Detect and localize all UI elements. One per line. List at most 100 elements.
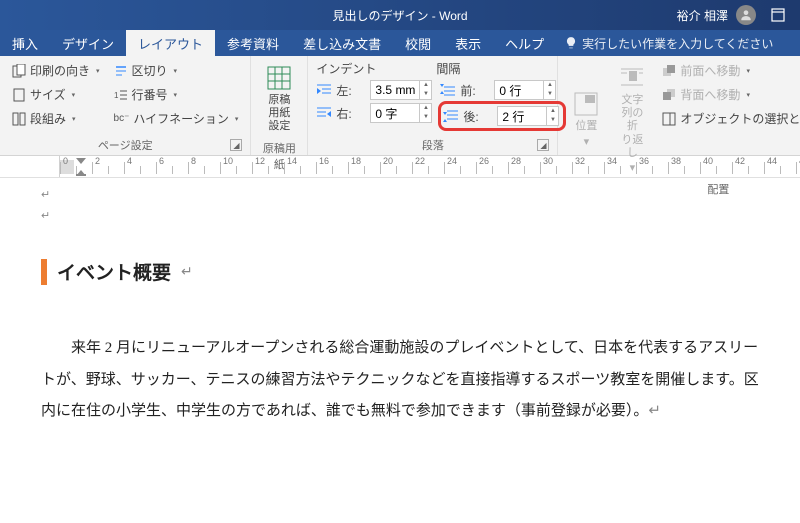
- paragraph-group-label: 段落: [422, 140, 444, 152]
- spacing-before-label: 前:: [460, 82, 490, 99]
- down-arrow-icon[interactable]: ▼: [420, 90, 431, 99]
- spacing-before-input[interactable]: [495, 81, 543, 99]
- spacing-after-highlight: 後: ▲▼: [438, 101, 566, 131]
- down-arrow-icon[interactable]: ▼: [547, 116, 558, 125]
- up-arrow-icon[interactable]: ▲: [544, 81, 555, 90]
- selection-pane-label: オブジェクトの選択と表示: [680, 110, 800, 127]
- position-label: 位置: [575, 120, 597, 133]
- horizontal-ruler[interactable]: 0246810121416182022242628303234363840424…: [60, 156, 800, 177]
- up-arrow-icon[interactable]: ▲: [420, 81, 431, 90]
- send-backward-label: 背面へ移動: [680, 86, 740, 103]
- hyphenation-icon: bc⁻: [114, 113, 130, 124]
- line-numbers-icon: 1: [114, 88, 128, 102]
- wrap-label: 文字列の折 り返し: [618, 94, 646, 160]
- indent-right-input[interactable]: [371, 104, 419, 122]
- wrap-icon: [618, 64, 646, 92]
- group-manuscript: 原稿用紙 設定 原稿用紙: [251, 56, 308, 155]
- ribbon: 印刷の向き▾ サイズ▾ 段組み▾ 区切り▾ 1行番号▾ bc⁻ハイフネーション▾…: [0, 56, 800, 156]
- paragraph-mark: ↵: [181, 263, 193, 280]
- down-arrow-icon[interactable]: ▼: [420, 113, 431, 122]
- tab-mailings[interactable]: 差し込み文書: [291, 30, 393, 56]
- selection-pane-button[interactable]: オブジェクトの選択と表示: [658, 108, 800, 129]
- columns-label: 段組み: [30, 110, 66, 127]
- indent-right-label: 右:: [336, 105, 366, 122]
- document-title: 見出しのデザイン - Word: [332, 7, 467, 24]
- send-backward-button: 背面へ移動▾: [658, 84, 800, 105]
- orientation-button[interactable]: 印刷の向き▾: [8, 60, 104, 81]
- indent-left-icon: [316, 83, 332, 97]
- indent-left-spinner[interactable]: ▲▼: [370, 80, 432, 100]
- arrange-group-label: 配置: [566, 179, 800, 197]
- selection-pane-icon: [662, 112, 676, 126]
- breaks-icon: [114, 64, 128, 78]
- paragraph-mark: ↵: [41, 209, 760, 222]
- lightbulb-icon: [564, 36, 578, 50]
- tab-review[interactable]: 校閲: [393, 30, 443, 56]
- spacing-before-icon: [440, 83, 456, 97]
- tab-insert[interactable]: 挿入: [0, 30, 50, 56]
- size-button[interactable]: サイズ▾: [8, 84, 104, 105]
- left-gutter: [0, 182, 21, 448]
- heading-block[interactable]: イベント概要 ↵: [41, 258, 760, 285]
- tab-design[interactable]: デザイン: [50, 30, 126, 56]
- paragraph-dialog-launcher[interactable]: ◢: [537, 139, 549, 151]
- hyphenation-label: ハイフネーション: [133, 110, 229, 127]
- tab-view[interactable]: 表示: [443, 30, 493, 56]
- bring-forward-label: 前面へ移動: [680, 62, 740, 79]
- manuscript-button-label: 原稿用紙 設定: [265, 94, 293, 134]
- spacing-after-input[interactable]: [498, 107, 546, 125]
- user-name: 裕介 相澤: [677, 7, 728, 24]
- columns-button[interactable]: 段組み▾: [8, 108, 104, 129]
- position-icon: [572, 90, 600, 118]
- ruler-corner: [0, 156, 60, 177]
- bring-forward-icon: [662, 64, 676, 78]
- line-numbers-button[interactable]: 1行番号▾: [110, 84, 243, 105]
- user-icon: [739, 8, 753, 22]
- page-setup-dialog-launcher[interactable]: ◢: [230, 139, 242, 151]
- page[interactable]: ↵ ↵ イベント概要 ↵ 来年 2 月にリニューアルオープンされる総合運動施設のプ…: [21, 182, 800, 448]
- up-arrow-icon[interactable]: ▲: [420, 104, 431, 113]
- spacing-after-label: 後:: [463, 108, 493, 125]
- spacing-after-spinner[interactable]: ▲▼: [497, 106, 559, 126]
- spacing-after-icon: [443, 109, 459, 123]
- indent-left-input[interactable]: [371, 81, 419, 99]
- avatar[interactable]: [736, 5, 756, 25]
- tab-help[interactable]: ヘルプ: [493, 30, 556, 56]
- heading-text[interactable]: イベント概要: [57, 258, 171, 285]
- bring-forward-button: 前面へ移動▾: [658, 60, 800, 81]
- spacing-header: 間隔: [436, 60, 460, 77]
- breaks-label: 区切り: [132, 62, 168, 79]
- indent-right-spinner[interactable]: ▲▼: [370, 103, 432, 123]
- down-arrow-icon[interactable]: ▼: [544, 90, 555, 99]
- tab-references[interactable]: 参考資料: [215, 30, 291, 56]
- paragraph-mark: ↵: [648, 403, 661, 419]
- spacing-before-spinner[interactable]: ▲▼: [494, 80, 556, 100]
- hyphenation-button[interactable]: bc⁻ハイフネーション▾: [110, 108, 243, 129]
- breaks-button[interactable]: 区切り▾: [110, 60, 243, 81]
- manuscript-settings-button[interactable]: 原稿用紙 設定: [259, 60, 299, 138]
- columns-icon: [12, 112, 26, 126]
- ribbon-display-options[interactable]: [764, 1, 792, 29]
- indent-header: インデント: [316, 60, 436, 77]
- tell-me-search[interactable]: 実行したい作業を入力してください: [564, 30, 773, 56]
- group-page-setup: 印刷の向き▾ サイズ▾ 段組み▾ 区切り▾ 1行番号▾ bc⁻ハイフネーション▾…: [0, 56, 251, 155]
- up-arrow-icon[interactable]: ▲: [547, 107, 558, 116]
- box-icon: [771, 8, 785, 22]
- indent-left-label: 左:: [336, 82, 366, 99]
- orientation-icon: [12, 64, 26, 78]
- document-area[interactable]: ↵ ↵ イベント概要 ↵ 来年 2 月にリニューアルオープンされる総合運動施設のプ…: [0, 178, 800, 448]
- tell-me-label: 実行したい作業を入力してください: [582, 35, 773, 52]
- svg-text:1: 1: [114, 91, 119, 100]
- ribbon-tabs: 挿入 デザイン レイアウト 参考資料 差し込み文書 校閲 表示 ヘルプ 実行した…: [0, 30, 800, 56]
- indent-right-icon: [316, 106, 332, 120]
- size-label: サイズ: [30, 86, 66, 103]
- ruler[interactable]: 0246810121416182022242628303234363840424…: [0, 156, 800, 178]
- titlebar: 見出しのデザイン - Word 裕介 相澤: [0, 0, 800, 30]
- orientation-label: 印刷の向き: [30, 62, 90, 79]
- heading-accent-bar: [41, 259, 47, 285]
- tab-layout[interactable]: レイアウト: [126, 30, 215, 56]
- body-paragraph[interactable]: 来年 2 月にリニューアルオープンされる総合運動施設のプレイベントとして、日本を…: [41, 333, 760, 428]
- group-paragraph: インデント 間隔 左: ▲▼ 右: ▲▼: [308, 56, 558, 155]
- manuscript-icon: [265, 64, 293, 92]
- line-numbers-label: 行番号: [132, 86, 168, 103]
